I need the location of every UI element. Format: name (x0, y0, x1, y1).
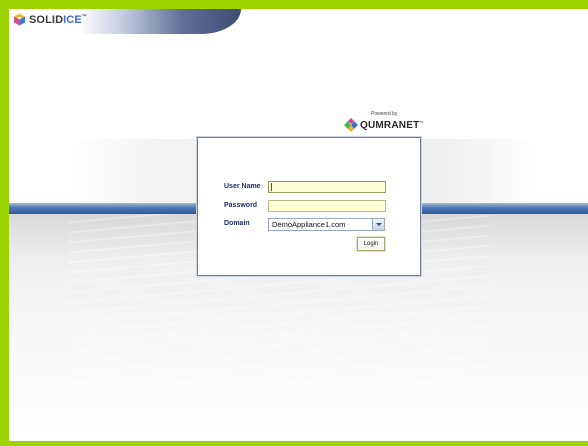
password-input[interactable] (268, 200, 386, 212)
login-panel: User Name Password Domain DemoAppliance1… (197, 137, 421, 276)
domain-row: Domain DemoAppliance1.com (198, 218, 420, 232)
login-button[interactable]: Login (357, 237, 385, 251)
username-input[interactable] (268, 181, 386, 193)
domain-label: Domain (224, 220, 250, 227)
page-frame: SOLIDICE™ Powered by QUMRANET™ User Name… (9, 9, 588, 441)
brand-name: SOLIDICE™ (29, 13, 87, 26)
password-row: Password (198, 200, 420, 214)
cube-icon (14, 13, 25, 26)
password-label: Password (224, 202, 258, 209)
username-label: User Name (224, 183, 261, 190)
domain-select[interactable]: DemoAppliance1.com (268, 218, 385, 231)
domain-value: DemoAppliance1.com (272, 220, 346, 229)
qumranet-name: QUMRANET™ (360, 119, 424, 131)
username-row: User Name (198, 181, 420, 195)
qumranet-logo: QUMRANET™ (344, 118, 424, 132)
text-cursor (271, 183, 272, 191)
chevron-down-icon[interactable] (372, 219, 384, 230)
brand-bar: SOLIDICE™ (9, 9, 241, 34)
qumranet-icon (344, 118, 358, 132)
powered-by-label: Powered by (371, 111, 398, 117)
solidice-logo: SOLIDICE™ (13, 13, 87, 26)
